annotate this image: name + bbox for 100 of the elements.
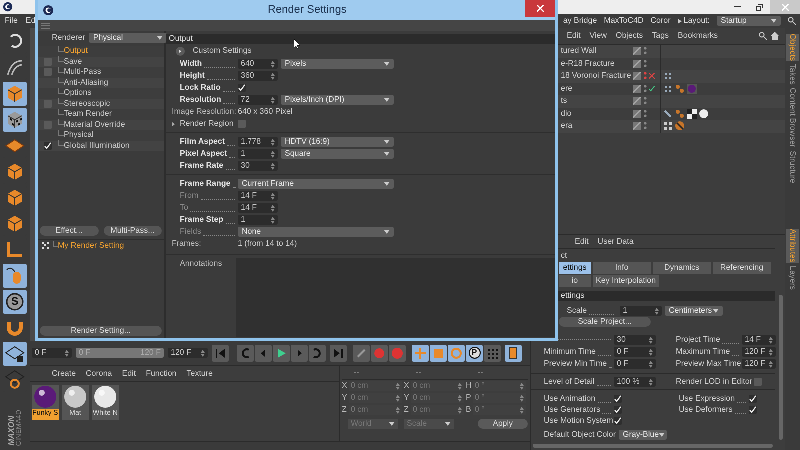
grid-lock-icon[interactable] <box>3 342 27 366</box>
settings-tree-item[interactable]: Output <box>64 45 88 58</box>
effect-button[interactable]: Multi-Pass... <box>104 226 162 236</box>
parameter-button[interactable]: P <box>466 344 483 362</box>
menu-item[interactable]: MaxToC4D <box>604 15 644 27</box>
side-tab[interactable]: Layers <box>786 266 799 290</box>
play-icon[interactable] <box>273 344 290 362</box>
number-field[interactable]: 1.778 <box>238 137 278 147</box>
play-button-icon[interactable] <box>176 46 185 56</box>
number-field[interactable]: 100 % <box>614 377 656 387</box>
close-button[interactable] <box>525 0 555 17</box>
menu-item[interactable]: Coror <box>650 15 671 27</box>
checkbox[interactable] <box>749 406 757 414</box>
checkbox[interactable] <box>614 395 622 403</box>
move-icon[interactable] <box>412 344 429 362</box>
expand-arrow-icon[interactable] <box>171 122 176 126</box>
object-name[interactable]: ere <box>561 82 631 95</box>
checkbox[interactable] <box>754 378 762 386</box>
side-tab[interactable]: Structure <box>786 150 799 184</box>
tab[interactable]: io <box>559 275 591 287</box>
menu-item[interactable]: Texture <box>186 368 213 380</box>
step-forward-icon[interactable] <box>291 344 308 362</box>
number-field[interactable]: 30 <box>614 335 656 345</box>
checkbox[interactable] <box>238 120 246 128</box>
number-field[interactable]: 120 F <box>742 359 776 369</box>
material-swatch[interactable] <box>32 385 59 409</box>
record-icon[interactable] <box>371 344 388 362</box>
number-field[interactable]: 1 <box>238 149 278 159</box>
render-setting-item[interactable]: My Render Setting <box>58 240 124 252</box>
snap-button[interactable]: S <box>3 290 27 314</box>
dropdown[interactable]: Current Frame <box>238 179 394 189</box>
step-back-icon[interactable] <box>255 344 272 362</box>
settings-tree-item[interactable]: Options <box>64 87 92 100</box>
render-setting-button[interactable]: Render Setting... <box>40 326 162 336</box>
menu-item[interactable]: View <box>590 30 607 42</box>
horizontal-scrollbar[interactable] <box>533 444 773 448</box>
scale-icon[interactable] <box>430 344 447 362</box>
vertical-scrollbar[interactable] <box>779 295 783 440</box>
number-field[interactable]: 1 <box>620 306 662 316</box>
tab[interactable]: Info <box>593 262 651 274</box>
dropdown[interactable]: Pixels/Inch (DPI) <box>281 95 394 105</box>
menu-item[interactable]: Edit <box>567 30 581 42</box>
checkbox[interactable] <box>614 417 622 425</box>
material-swatch[interactable] <box>92 385 119 409</box>
mouse-icon[interactable] <box>3 264 27 288</box>
rotate-icon[interactable] <box>448 344 465 362</box>
enable-checkbox[interactable] <box>44 120 52 129</box>
annotations-field[interactable] <box>236 258 555 337</box>
checkbox[interactable] <box>238 84 246 92</box>
apply-button[interactable]: Apply <box>478 419 528 429</box>
key-icon[interactable] <box>353 344 370 362</box>
settings-tree-item[interactable]: Team Render <box>64 108 112 120</box>
end-frame-field[interactable]: 120 F <box>168 348 208 358</box>
tab[interactable]: Referencing <box>713 262 771 274</box>
menu-item[interactable]: Corona <box>86 368 112 380</box>
film-strip-icon[interactable] <box>505 344 522 362</box>
number-field[interactable]: 0 F <box>614 347 656 357</box>
settings-tree-item[interactable]: Physical <box>64 129 94 142</box>
effect-button[interactable]: Effect... <box>40 226 98 236</box>
checkbox[interactable] <box>749 395 757 403</box>
layout-dropdown[interactable]: Startup <box>717 16 781 26</box>
number-field[interactable]: 14 F <box>742 335 776 345</box>
menu-item[interactable]: Edit <box>122 368 136 380</box>
checkbox[interactable] <box>614 406 622 414</box>
menu-item[interactable]: Ed <box>26 15 36 27</box>
dropdown[interactable]: Gray-Blue <box>619 430 668 440</box>
search-icon[interactable] <box>788 17 796 25</box>
number-field[interactable]: 72 <box>238 95 278 105</box>
object-name[interactable]: dio <box>561 108 631 120</box>
number-field[interactable]: 0 F <box>614 359 656 369</box>
number-field[interactable]: 640 <box>238 59 278 69</box>
tab[interactable]: ettings <box>559 262 591 274</box>
number-field[interactable]: 1 <box>238 215 278 225</box>
dropdown[interactable]: Square <box>281 149 394 159</box>
material-swatch[interactable] <box>62 385 89 409</box>
home-icon[interactable] <box>771 32 779 40</box>
number-field[interactable]: 30 <box>238 161 278 171</box>
menu-item[interactable]: File <box>5 15 18 27</box>
start-frame-field[interactable]: 0 F <box>32 348 72 358</box>
enable-checkbox[interactable] <box>44 100 52 108</box>
menu-item[interactable]: Create <box>52 368 76 380</box>
checker-cube-icon[interactable] <box>3 108 27 132</box>
menu-item[interactable]: User Data <box>598 236 634 248</box>
enable-checkbox[interactable] <box>44 68 52 76</box>
help-icon[interactable] <box>389 344 406 362</box>
tab[interactable]: Key Interpolation <box>593 275 660 287</box>
dots-grid-icon[interactable] <box>484 344 501 362</box>
go-to-start-icon[interactable] <box>212 344 229 362</box>
dropdown[interactable]: Pixels <box>281 59 394 69</box>
menu-item[interactable]: Edit <box>575 236 589 248</box>
number-field[interactable]: 360 <box>238 71 278 81</box>
side-tab[interactable]: Content Browser <box>786 88 799 148</box>
side-tab[interactable]: Takes <box>786 64 799 86</box>
scale-project-button[interactable]: Scale Project... <box>559 317 651 327</box>
search-icon[interactable] <box>759 32 767 40</box>
next-key-icon[interactable] <box>309 344 326 362</box>
tab[interactable]: Dynamics <box>653 262 711 274</box>
enable-checkbox[interactable] <box>44 142 52 150</box>
cube-icon[interactable] <box>3 82 27 106</box>
renderer-dropdown[interactable]: Physical <box>89 32 168 42</box>
